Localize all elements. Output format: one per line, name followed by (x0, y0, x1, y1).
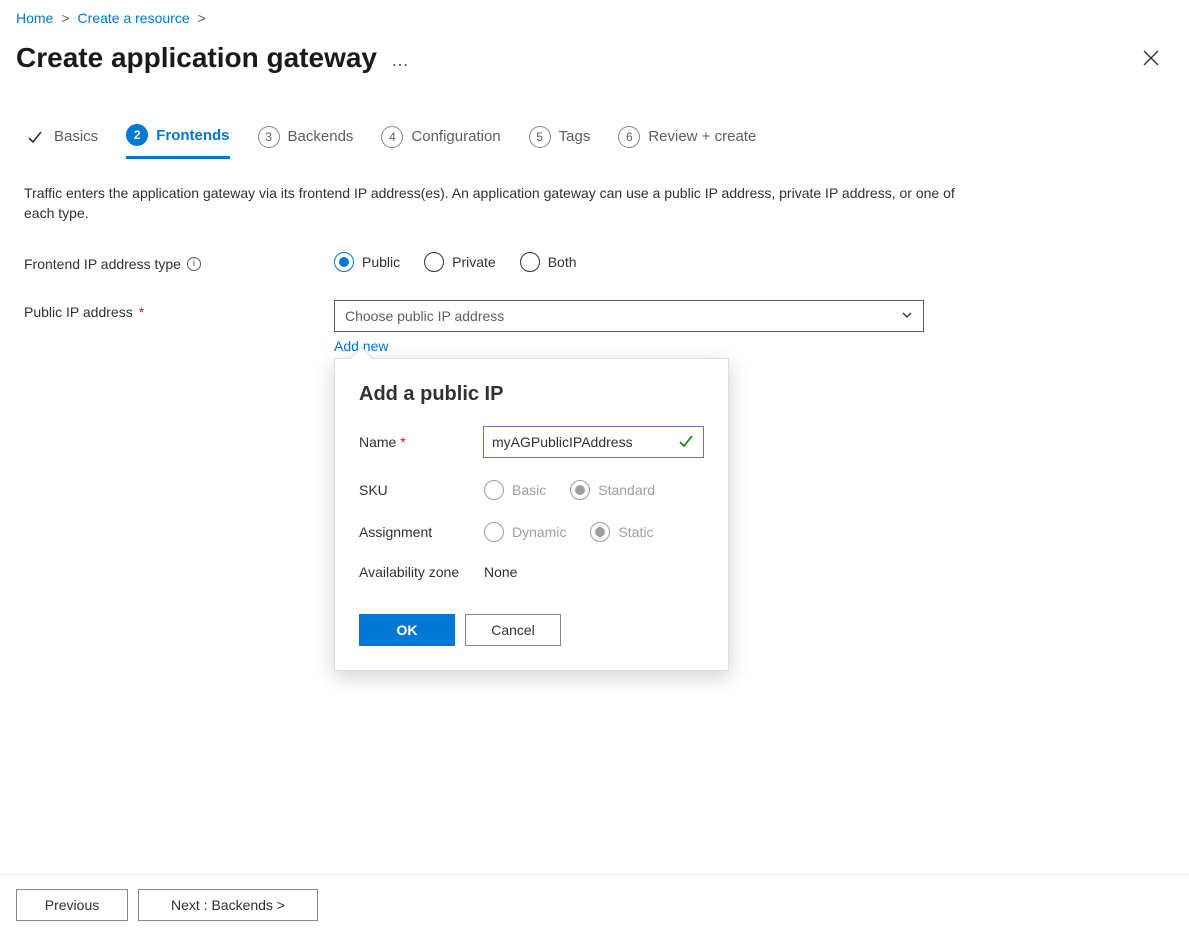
radio-public[interactable]: Public (334, 252, 400, 272)
breadcrumb-separator: > (198, 10, 206, 26)
label-public-ip: Public IP address * (24, 300, 334, 320)
tab-frontends[interactable]: 2 Frontends (126, 124, 229, 159)
radio-label: Both (548, 254, 577, 270)
more-icon[interactable]: … (391, 50, 410, 71)
label-sku: SKU (359, 482, 484, 498)
radio-label: Standard (598, 482, 655, 498)
select-placeholder: Choose public IP address (345, 308, 504, 324)
tab-label: Tags (559, 128, 591, 145)
close-icon[interactable] (1133, 40, 1169, 76)
previous-button[interactable]: Previous (16, 889, 128, 921)
tab-configuration[interactable]: 4 Configuration (381, 124, 500, 159)
add-public-ip-popover: Add a public IP Name * SKU (334, 358, 729, 671)
page-title: Create application gateway (16, 42, 377, 74)
check-icon (24, 126, 46, 148)
label-frontend-ip-type: Frontend IP address type i (24, 252, 334, 272)
step-badge: 2 (126, 124, 148, 146)
tab-review-create[interactable]: 6 Review + create (618, 124, 756, 159)
info-icon[interactable]: i (187, 257, 201, 271)
label-name: Name * (359, 434, 483, 450)
radio-label: Public (362, 254, 400, 270)
chevron-down-icon (901, 308, 913, 324)
tab-basics[interactable]: Basics (24, 124, 98, 159)
breadcrumb-home[interactable]: Home (16, 10, 53, 26)
frontend-ip-type-group: Public Private Both (334, 252, 577, 272)
radio-private[interactable]: Private (424, 252, 496, 272)
required-indicator: * (139, 304, 144, 320)
step-badge: 5 (529, 126, 551, 148)
step-badge: 6 (618, 126, 640, 148)
name-input[interactable] (483, 426, 704, 458)
radio-label: Private (452, 254, 496, 270)
popover-title: Add a public IP (359, 383, 704, 406)
step-badge: 3 (258, 126, 280, 148)
tab-label: Frontends (156, 127, 229, 144)
label-availability-zone: Availability zone (359, 564, 484, 580)
radio-assign-dynamic: Dynamic (484, 522, 566, 542)
radio-label: Basic (512, 482, 546, 498)
label-assignment: Assignment (359, 524, 484, 540)
radio-both[interactable]: Both (520, 252, 577, 272)
ok-button[interactable]: OK (359, 614, 455, 646)
radio-sku-basic: Basic (484, 480, 546, 500)
step-badge: 4 (381, 126, 403, 148)
radio-sku-standard: Standard (570, 480, 655, 500)
tab-label: Basics (54, 128, 98, 145)
tab-label: Review + create (648, 128, 756, 145)
radio-label: Dynamic (512, 524, 566, 540)
tab-label: Configuration (411, 128, 500, 145)
breadcrumb-create-resource[interactable]: Create a resource (78, 10, 190, 26)
public-ip-select[interactable]: Choose public IP address (334, 300, 924, 332)
breadcrumb-separator: > (61, 10, 69, 26)
wizard-footer: Previous Next : Backends > (0, 874, 1189, 933)
tab-label: Backends (288, 128, 354, 145)
tab-backends[interactable]: 3 Backends (258, 124, 354, 159)
radio-assign-static: Static (590, 522, 653, 542)
availability-zone-value: None (484, 564, 517, 580)
intro-text: Traffic enters the application gateway v… (24, 183, 956, 224)
cancel-button[interactable]: Cancel (465, 614, 561, 646)
next-button[interactable]: Next : Backends > (138, 889, 318, 921)
required-indicator: * (400, 434, 405, 450)
wizard-tabs: Basics 2 Frontends 3 Backends 4 Configur… (0, 76, 1189, 159)
breadcrumb: Home > Create a resource > (0, 0, 1189, 26)
radio-label: Static (618, 524, 653, 540)
tab-tags[interactable]: 5 Tags (529, 124, 591, 159)
check-icon (678, 433, 694, 452)
